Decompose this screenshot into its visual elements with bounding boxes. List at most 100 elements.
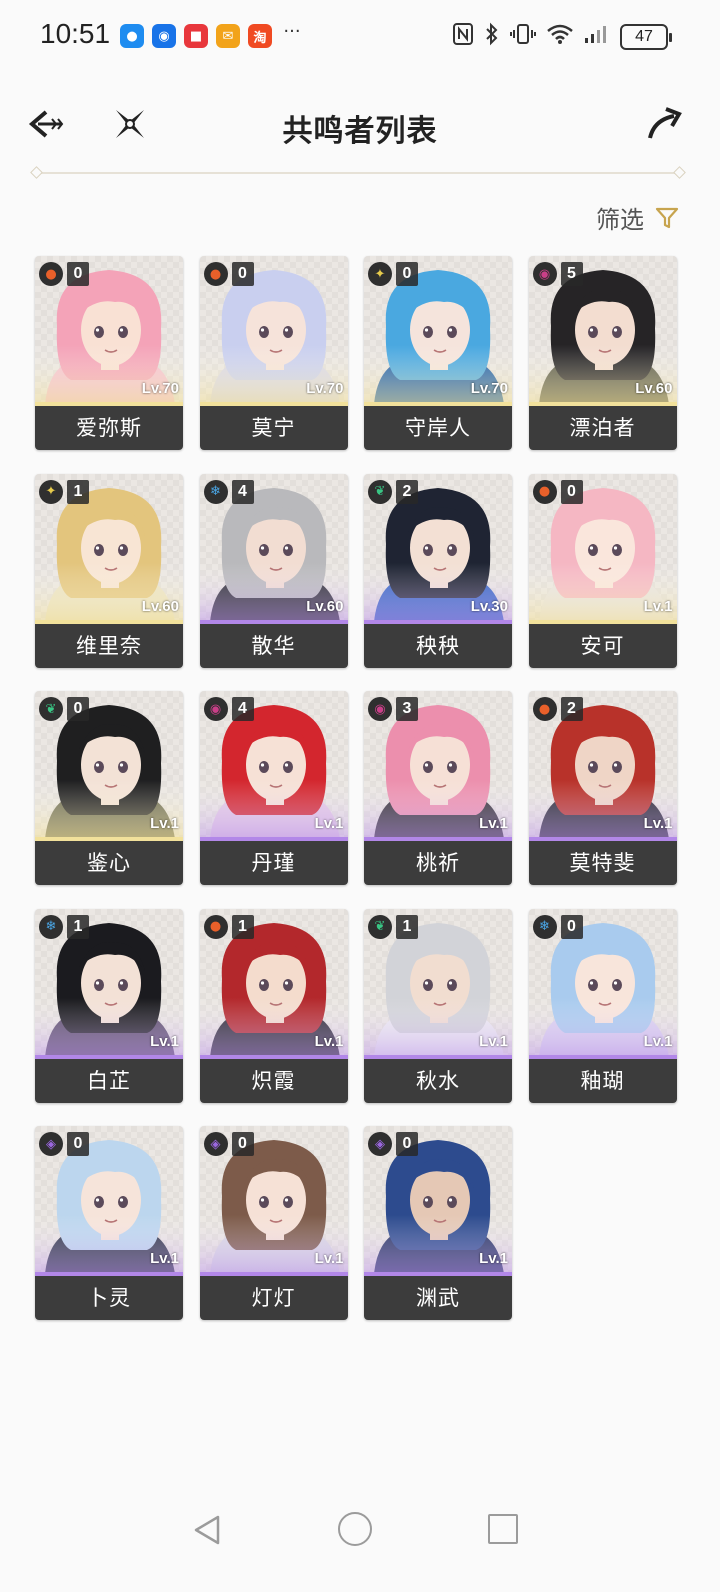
level-label: Lv.1 xyxy=(314,1250,344,1267)
status-time: 10:51 xyxy=(40,18,111,49)
aero-element-icon: ❦ xyxy=(368,479,392,504)
aero-element-icon: ❦ xyxy=(368,914,392,939)
bluetooth-icon xyxy=(484,22,500,52)
resonator-card[interactable]: ● 0 Lv.1 安可 xyxy=(528,473,677,668)
nav-home-icon[interactable] xyxy=(338,1512,372,1546)
level-label: Lv.1 xyxy=(150,815,179,832)
resonator-card[interactable]: ❦ 1 Lv.1 秋水 xyxy=(364,908,512,1103)
filter-label: 筛选 xyxy=(596,206,644,234)
resonator-card[interactable]: ❄ 0 Lv.1 釉瑚 xyxy=(528,908,677,1103)
signal-icon xyxy=(584,23,610,51)
resonator-name: 维里奈 xyxy=(35,623,183,668)
system-indicators: 47 xyxy=(452,22,672,52)
resonator-name: 白芷 xyxy=(35,1058,183,1103)
resonator-card[interactable]: ❄ 4 Lv.60 散华 xyxy=(199,473,348,668)
resonator-card[interactable]: ◈ 0 Lv.1 卜灵 xyxy=(35,1126,183,1320)
fusion-element-icon: ● xyxy=(39,262,63,286)
glacio-element-icon: ❄ xyxy=(532,914,557,939)
sequence-badge: 2 xyxy=(396,479,418,504)
page-title: 共鸣者列表 xyxy=(282,114,438,149)
level-label: Lv.60 xyxy=(306,597,344,615)
resonator-card[interactable]: ✦ 0 Lv.70 守岸人 xyxy=(364,256,512,450)
level-label: Lv.1 xyxy=(150,1032,179,1050)
vibrate-icon xyxy=(510,22,536,52)
aero-element-icon: ❦ xyxy=(39,697,63,721)
app-header: 共鸣者列表 xyxy=(0,88,720,164)
resonator-card[interactable]: ◈ 0 Lv.1 灯灯 xyxy=(199,1126,348,1320)
system-nav-bar xyxy=(0,1500,720,1560)
resonator-card[interactable]: ● 0 Lv.70 爱弥斯 xyxy=(35,256,183,450)
sequence-badge: 0 xyxy=(67,697,89,721)
resonator-card[interactable]: ❦ 2 Lv.30 秧秧 xyxy=(364,473,512,668)
resonator-name: 莫宁 xyxy=(199,406,348,450)
level-label: Lv.1 xyxy=(643,1032,673,1050)
resonator-name: 桃祈 xyxy=(364,841,512,885)
sequence-badge: 3 xyxy=(396,697,418,721)
sequence-badge: 4 xyxy=(231,697,254,721)
resonator-name: 散华 xyxy=(199,623,348,668)
glacio-element-icon: ❄ xyxy=(203,479,228,504)
sequence-badge: 1 xyxy=(231,914,254,939)
nfc-icon xyxy=(452,22,474,52)
resonator-card[interactable]: ◉ 4 Lv.1 丹瑾 xyxy=(199,691,348,885)
filter-icon xyxy=(655,207,679,228)
electro-element-icon: ◈ xyxy=(39,1132,63,1156)
fusion-element-icon: ● xyxy=(203,914,228,939)
level-label: Lv.60 xyxy=(141,597,179,615)
status-bar: 10:51 ● ◉ ■ ✉ 淘 ··· 47 xyxy=(0,0,720,72)
resonator-name: 安可 xyxy=(528,623,677,668)
electro-element-icon: ◈ xyxy=(368,1132,392,1156)
resonator-name: 爱弥斯 xyxy=(35,406,183,450)
resonator-name: 炽霞 xyxy=(199,1058,348,1103)
sequence-badge: 0 xyxy=(67,1132,89,1156)
fusion-element-icon: ● xyxy=(203,262,228,286)
nav-recents-icon[interactable] xyxy=(488,1514,518,1544)
level-label: Lv.1 xyxy=(150,1250,179,1267)
level-label: Lv.60 xyxy=(635,380,673,397)
share-button[interactable] xyxy=(644,104,684,144)
resonator-card[interactable]: ❦ 0 Lv.1 鉴心 xyxy=(35,691,183,885)
resonator-card[interactable]: ❄ 1 Lv.1 白芷 xyxy=(35,908,183,1103)
header-divider xyxy=(36,172,680,174)
level-label: Lv.1 xyxy=(643,815,673,832)
resonator-card[interactable]: ● 1 Lv.1 炽霞 xyxy=(199,908,348,1103)
resonator-name: 灯灯 xyxy=(199,1276,348,1320)
resonator-card[interactable]: ◈ 0 Lv.1 渊武 xyxy=(364,1126,512,1320)
resonator-card[interactable]: ✦ 1 Lv.60 维里奈 xyxy=(35,473,183,668)
sequence-badge: 0 xyxy=(396,1132,418,1156)
bulb-icon: ◉ xyxy=(152,24,176,48)
resonator-card[interactable]: ◉ 5 Lv.60 漂泊者 xyxy=(528,256,677,450)
sequence-badge: 1 xyxy=(396,914,418,939)
resonator-name: 卜灵 xyxy=(35,1276,183,1320)
level-label: Lv.70 xyxy=(141,380,179,397)
spectro-element-icon: ✦ xyxy=(39,479,63,504)
level-label: Lv.1 xyxy=(479,1250,508,1267)
level-label: Lv.1 xyxy=(479,815,508,832)
sequence-badge: 0 xyxy=(231,262,254,286)
sequence-badge: 4 xyxy=(231,479,254,504)
sequence-badge: 0 xyxy=(67,262,89,286)
resonator-name: 丹瑾 xyxy=(199,841,348,885)
resonator-name: 秧秧 xyxy=(364,623,512,668)
havoc-element-icon: ◉ xyxy=(368,697,392,721)
notification-icons: ● ◉ ■ ✉ 淘 ··· xyxy=(120,23,304,48)
sequence-badge: 0 xyxy=(231,1132,254,1156)
resonator-name: 守岸人 xyxy=(364,406,512,450)
nav-back-icon[interactable] xyxy=(190,1512,226,1548)
filter-button[interactable]: 筛选 xyxy=(596,200,680,235)
resonator-name: 莫特斐 xyxy=(528,841,677,885)
wifi-icon xyxy=(546,23,574,51)
sequence-badge: 0 xyxy=(560,479,583,504)
resonator-card[interactable]: ◉ 3 Lv.1 桃祈 xyxy=(364,691,512,885)
resonator-card[interactable]: ● 0 Lv.70 莫宁 xyxy=(199,256,348,450)
fusion-element-icon: ● xyxy=(532,697,557,721)
havoc-element-icon: ◉ xyxy=(203,697,228,721)
level-label: Lv.1 xyxy=(314,1032,344,1050)
level-label: Lv.1 xyxy=(479,1032,508,1050)
resonator-card[interactable]: ● 2 Lv.1 莫特斐 xyxy=(528,691,677,885)
resonator-name: 釉瑚 xyxy=(528,1058,677,1103)
resonator-name: 秋水 xyxy=(364,1058,512,1103)
sequence-badge: 1 xyxy=(67,479,89,504)
sequence-badge: 0 xyxy=(560,914,583,939)
sequence-badge: 1 xyxy=(67,914,89,939)
